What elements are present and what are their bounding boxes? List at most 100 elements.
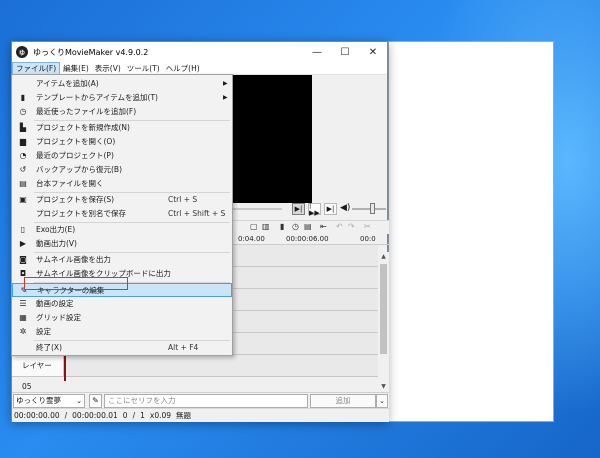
ruler-tick-label: 0:04.00 [238,235,265,243]
timeline-tool-icon[interactable]: ⇤ [320,222,327,231]
recent-folder-icon: ◔ [19,151,27,160]
menu-item-label: 台本ファイルを開く [36,179,104,188]
menu-item-exit[interactable]: 終了(X) Alt + F4 [12,341,232,355]
menu-item-exo-export[interactable]: ▯ Exo出力(E) [12,223,232,237]
chevron-down-icon: ⌄ [76,397,82,405]
step-button[interactable]: |▶▶ [308,201,321,217]
volume-icon[interactable]: ◀) [340,203,350,213]
menu-item-label: プロジェクトを保存(S) [36,195,115,204]
menu-item-label: グリッド設定 [36,313,81,322]
character-select[interactable]: ゆっくり霊夢 ⌄ [13,394,85,408]
caption-buttons: — ☐ ✕ [303,42,387,62]
status-separator: / [64,411,68,420]
folder-icon: ▆ [19,137,27,146]
menu-item-video-settings[interactable]: ☰ 動画の設定 [12,297,232,311]
timeline-tool-icon[interactable]: ▮ [280,222,284,231]
menu-item-grid-settings[interactable]: ▦ グリッド設定 [12,311,232,325]
scrollbar-thumb[interactable] [380,264,387,354]
template-icon: ▮ [20,93,26,102]
menu-item-label: プロジェクトを開く(O) [36,137,116,146]
status-bar: 00:00:00.00 / 00:00:00.01 0 / 1 x0.09 無題 [12,408,389,422]
close-button[interactable]: ✕ [359,42,387,62]
menu-item-save-project[interactable]: ▣ プロジェクトを保存(S) Ctrl + S [12,193,232,207]
status-duration: 00:00:00.01 [72,411,118,420]
title-bar[interactable]: ゆ ゆっくりMovieMaker v4.9.0.2 — ☐ ✕ [12,42,387,62]
new-project-icon: ▙ [19,123,27,132]
add-dropdown-button[interactable]: ⌄ [376,394,388,408]
status-zoom: x0.09 [149,411,172,420]
layer-label: レイヤー 05 [12,355,64,391]
save-icon: ▣ [19,195,27,204]
video-export-icon: ▶ [19,239,27,248]
menu-item-add-item[interactable]: アイテムを追加(A) ▶ [12,77,232,91]
redo-icon[interactable]: ↷ [348,222,355,231]
minimize-button[interactable]: — [303,42,331,62]
volume-slider-track[interactable] [352,208,386,210]
window-title: ゆっくりMovieMaker v4.9.0.2 [33,47,149,57]
undo-icon[interactable]: ↶ [336,222,343,231]
menu-item-open-project[interactable]: ▆ プロジェクトを開く(O) [12,135,232,149]
dialogue-input-bar: ゆっくり霊夢 ⌄ ✎ ここにセリフを入力 追加 ⌄ [12,392,389,408]
menu-edit[interactable]: 編集(E) [60,62,92,75]
camera-icon: ◙ [19,255,27,264]
menu-item-label: 終了(X) [36,343,62,352]
clock-icon[interactable]: ◷ [292,222,299,231]
timeline-scrollbar[interactable]: ▲ ▼ [378,252,389,392]
menu-item-label: プロジェクトを別名で保存 [36,209,126,218]
timeline-ruler[interactable]: 0:04.00 00:00:06.00 00:0 [232,235,389,245]
status-frame-separator: / [132,411,136,420]
timeline-tool-icon[interactable]: ▤ [304,222,312,231]
gear-icon: ✲ [19,327,27,336]
transport-bar: ▶| |▶▶ ▶| ◀) [232,201,389,217]
ruler-tick-label: 00:00:06.00 [286,235,329,243]
timeline-lane[interactable]: レイヤー 05 [12,355,378,391]
menu-item-add-recent-file[interactable]: ◷ 最近使ったファイルを追加(F) [12,105,232,119]
menu-view[interactable]: 表示(V) [92,62,124,75]
menu-help[interactable]: ヘルプ(H) [163,62,203,75]
play-button[interactable]: ▶| [292,203,305,215]
menu-item-recent-projects[interactable]: ◔ 最近のプロジェクト(P) [12,149,232,163]
end-button[interactable]: ▶| [324,203,337,215]
seek-bar[interactable] [232,208,282,210]
timeline-toolbar: ▢ ▥ ▮ ◷ ▤ ⇤ ↶ ↷ ✂ [232,220,389,234]
submenu-arrow-icon: ▶ [223,94,228,101]
menu-item-label: 設定 [36,327,51,336]
ruler-tick-label: 00:0 [360,235,376,243]
menu-item-label: バックアップから復元(B) [36,165,122,174]
dialogue-input[interactable]: ここにセリフを入力 [104,394,308,408]
scissors-icon[interactable]: ✂ [364,222,371,231]
menu-item-thumbnail-export[interactable]: ◙ サムネイル画像を出力 [12,253,232,267]
menu-item-label: 動画出力(V) [36,239,77,248]
menu-item-label: 動画の設定 [36,299,74,308]
scroll-down-arrow[interactable]: ▼ [378,383,389,390]
add-button[interactable]: 追加 [310,394,376,408]
menu-tools[interactable]: ツール(T) [124,62,163,75]
menu-item-open-script[interactable]: ▤ 台本ファイルを開く [12,177,232,191]
menu-item-add-from-template[interactable]: ▮ テンプレートからアイテムを追加(T) ▶ [12,91,232,105]
menu-item-video-export[interactable]: ▶ 動画出力(V) [12,237,232,251]
menu-item-new-project[interactable]: ▙ プロジェクトを新規作成(N) [12,121,232,135]
menu-item-save-as[interactable]: プロジェクトを別名で保存 Ctrl + Shift + S [12,207,232,221]
menu-item-settings[interactable]: ✲ 設定 [12,325,232,339]
exo-icon: ▯ [20,225,26,234]
menu-item-restore-backup[interactable]: ↺ バックアップから復元(B) [12,163,232,177]
timeline-tool-icon[interactable]: ▢ [250,222,258,231]
secondary-window [388,41,554,422]
submenu-arrow-icon: ▶ [223,80,228,87]
menu-file[interactable]: ファイル(F) [12,61,61,75]
maximize-button[interactable]: ☐ [331,42,359,62]
character-edit-button[interactable]: ✎ [89,394,102,408]
menu-item-label: 最近使ったファイルを追加(F) [36,107,137,116]
scroll-up-arrow[interactable]: ▲ [378,253,389,260]
script-icon: ▤ [19,179,27,188]
menu-item-shortcut: Ctrl + Shift + S [168,209,226,218]
status-frame-total: 1 [140,411,145,420]
menu-item-shortcut: Alt + F4 [168,343,199,352]
menu-item-label: 最近のプロジェクト(P) [36,151,114,160]
lane-body[interactable] [64,355,378,376]
timeline-tool-icon[interactable]: ▥ [262,222,270,231]
menu-item-label: サムネイル画像を出力 [36,255,111,264]
volume-slider-thumb[interactable] [370,203,376,214]
video-preview[interactable] [232,75,312,203]
menu-item-label: テンプレートからアイテムを追加(T) [36,93,158,102]
